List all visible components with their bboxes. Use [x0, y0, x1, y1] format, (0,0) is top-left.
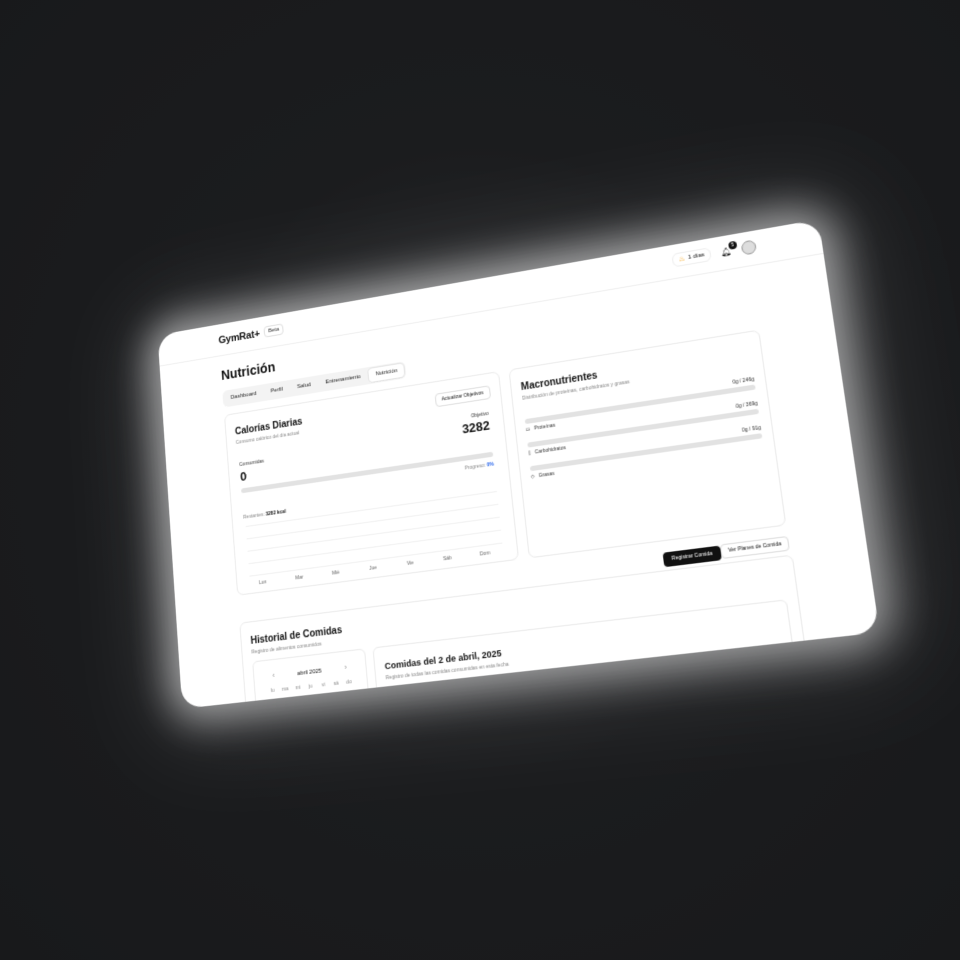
consumed-value: 0 [239, 468, 248, 484]
beta-badge: Beta [263, 323, 285, 338]
remaining-label: Restantes: [243, 511, 265, 521]
tab-dashboard[interactable]: Dashboard [224, 386, 263, 405]
fat-bar-fill [529, 466, 531, 472]
protein-icon: ▭ [525, 426, 531, 433]
day-label: Mié [331, 569, 340, 577]
weekday-label: sá [333, 680, 339, 688]
calories-progress-bar [241, 451, 494, 494]
notifications-button[interactable]: 🔔︎ 5 [720, 240, 738, 257]
day-label: Mar [295, 574, 304, 582]
top-right-controls: ♨ 1 días 🔔︎ 5 [671, 239, 757, 268]
flame-icon: ♨ [678, 255, 686, 264]
day-label: Sáb [442, 555, 453, 563]
goal-value: 3282 [461, 417, 491, 437]
meals-panel: Comidas del 2 de abril, 2025 Registro de… [372, 599, 805, 709]
day-label: Dom [479, 550, 491, 558]
calendar-day[interactable]: 13 [345, 705, 358, 709]
remaining-text: Restantes: 3282 kcal [243, 509, 286, 521]
chart-gridline [249, 542, 503, 577]
fat-label-group: ◇ Grasas [531, 471, 555, 480]
calendar-day[interactable]: 31 [267, 700, 280, 707]
day-label: Lun [258, 579, 267, 587]
progress-value: 0% [486, 461, 495, 469]
calendar-day[interactable]: 4 [318, 695, 331, 702]
calendar-day[interactable]: 5 [331, 693, 344, 700]
brand-logo[interactable]: GymRat+ [218, 328, 260, 346]
tab-perfil[interactable]: Perfil [264, 382, 290, 399]
macros-card: Macronutrientes Distribución de proteína… [508, 329, 787, 559]
day-label: Jue [369, 564, 378, 572]
weekday-label: mi [295, 684, 301, 692]
weekday-label: ma [281, 686, 289, 693]
calendar: ‹ abril 2025 › lu ma mi ju vi sá do 31 1… [252, 648, 376, 709]
progress-text: Progreso: 0% [464, 462, 494, 472]
carbs-bar-fill [527, 442, 528, 448]
fat-label: Grasas [538, 470, 555, 480]
calendar-grid: lu ma mi ju vi sá do 31 1 2 3 4 5 6 13 [266, 679, 358, 709]
calendar-day[interactable]: 6 [343, 692, 356, 699]
consumed-label: Consumidas [239, 458, 265, 468]
weekday-label: lu [270, 687, 275, 695]
fat-icon: ◇ [530, 473, 536, 481]
remaining-value: 3282 kcal [265, 508, 287, 518]
weekday-label: do [346, 679, 352, 686]
carbs-icon: ▯ [527, 450, 532, 457]
calendar-day[interactable]: 3 [305, 696, 318, 703]
protein-bar-fill [524, 419, 526, 425]
calendar-day[interactable]: 12 [332, 706, 345, 709]
calendar-day[interactable]: 11 [319, 708, 332, 709]
tab-salud[interactable]: Salud [290, 377, 317, 394]
streak-indicator[interactable]: ♨ 1 días [671, 247, 712, 268]
app-window: GymRat+ Beta ♨ 1 días 🔔︎ 5 Nutrición Das… [157, 219, 880, 709]
weekday-label: ju [308, 683, 313, 690]
notifications-count: 5 [727, 240, 738, 250]
update-goals-button[interactable]: Actualizar Objetivos [434, 385, 491, 408]
calendar-day[interactable]: 1 [280, 699, 293, 706]
progress-label: Progreso: [464, 462, 486, 472]
tab-nutricion[interactable]: Nutrición [368, 363, 405, 383]
tab-entrenamiento[interactable]: Entrenamiento [319, 369, 368, 390]
chevron-right-icon[interactable]: › [344, 665, 347, 672]
main-content: Nutrición Dashboard Perfil Salud Entrena… [221, 279, 817, 709]
calories-card: Calorías Diarias Consumo calórico del dí… [224, 371, 519, 596]
streak-label: 1 días [687, 252, 705, 261]
day-label: Vie [406, 560, 415, 567]
empty-state-subtitle: Registra tus comidas para llevar un segu… [506, 689, 659, 709]
calendar-day-selected[interactable]: 2 [292, 697, 306, 705]
avatar[interactable] [740, 239, 757, 256]
weekday-label: vi [321, 682, 326, 689]
